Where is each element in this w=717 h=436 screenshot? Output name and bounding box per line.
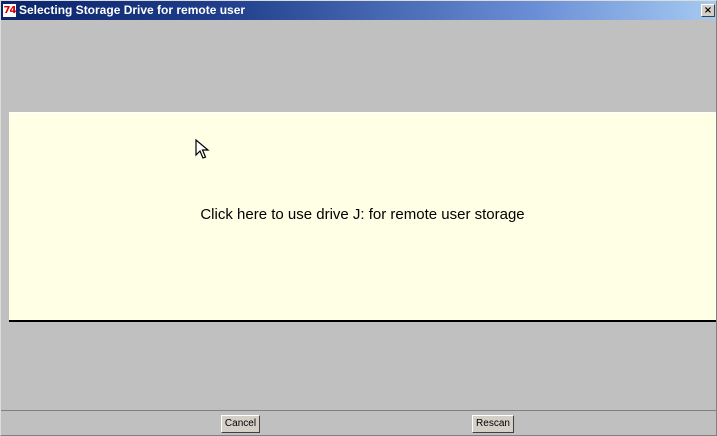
top-panel	[9, 20, 716, 112]
title-bar[interactable]: 74 Selecting Storage Drive for remote us…	[1, 1, 716, 20]
window-title: Selecting Storage Drive for remote user	[19, 3, 246, 17]
bottom-panel	[9, 322, 716, 410]
cancel-button[interactable]: Cancel	[221, 415, 260, 433]
button-bar: Cancel Rescan	[1, 410, 716, 435]
select-drive-panel[interactable]: Click here to use drive J: for remote us…	[9, 112, 716, 321]
dialog-window: 74 Selecting Storage Drive for remote us…	[0, 0, 717, 436]
close-button[interactable]: ×	[701, 4, 715, 17]
select-drive-message[interactable]: Click here to use drive J: for remote us…	[9, 206, 716, 223]
rescan-button[interactable]: Rescan	[472, 415, 514, 433]
app-logo-icon: 74	[3, 4, 16, 17]
